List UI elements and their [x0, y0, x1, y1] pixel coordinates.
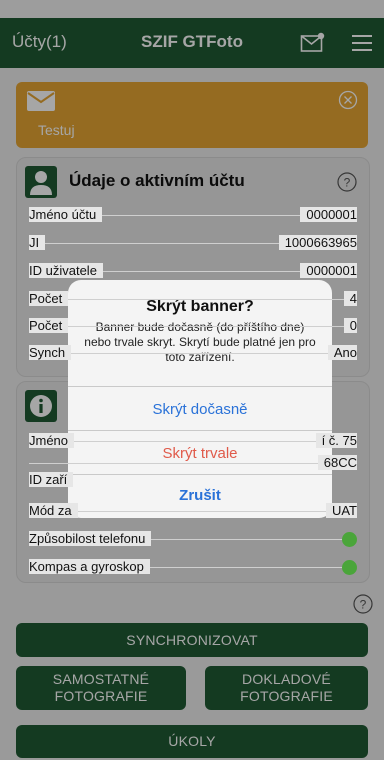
- dialog-title: Skrýt banner?: [146, 298, 254, 315]
- hide-temporarily-button[interactable]: Skrýt dočasně: [68, 401, 332, 418]
- row-label: Synch: [29, 345, 72, 360]
- divider: [68, 430, 332, 431]
- row-label: Kompas a gyroskop: [29, 559, 150, 574]
- divider: [68, 474, 332, 475]
- row-label: Mód za: [29, 503, 78, 518]
- row-value: UAT: [325, 503, 357, 518]
- row-label: Jméno: [29, 433, 75, 448]
- status-ok-indicator: [342, 532, 357, 547]
- row-label: ID zaří: [29, 472, 74, 487]
- row-label: ID uživatele: [29, 263, 103, 278]
- row-value: í č. 75: [315, 433, 357, 448]
- row-label: Jméno účtu: [29, 207, 103, 222]
- cancel-button[interactable]: Zrušit: [68, 487, 332, 504]
- row-value: 0000001: [300, 263, 357, 278]
- row-label: Způsobilost telefonu: [29, 531, 152, 546]
- row-value: 0: [343, 318, 357, 333]
- hide-permanently-button[interactable]: Skrýt trvale: [68, 445, 332, 462]
- row-label: Počet: [29, 318, 69, 333]
- row-value: 1000663965: [278, 235, 357, 250]
- hide-banner-dialog: Skrýt banner? Banner bude dočasně (do př…: [68, 280, 332, 518]
- row-label: JI: [29, 235, 46, 250]
- row-value: 68CC: [317, 455, 357, 470]
- row-label: Počet: [29, 291, 69, 306]
- status-ok-indicator: [342, 560, 357, 575]
- row-value: Ano: [327, 345, 357, 360]
- row-value: 4: [343, 291, 357, 306]
- divider: [68, 386, 332, 387]
- row-value: 0000001: [300, 207, 357, 222]
